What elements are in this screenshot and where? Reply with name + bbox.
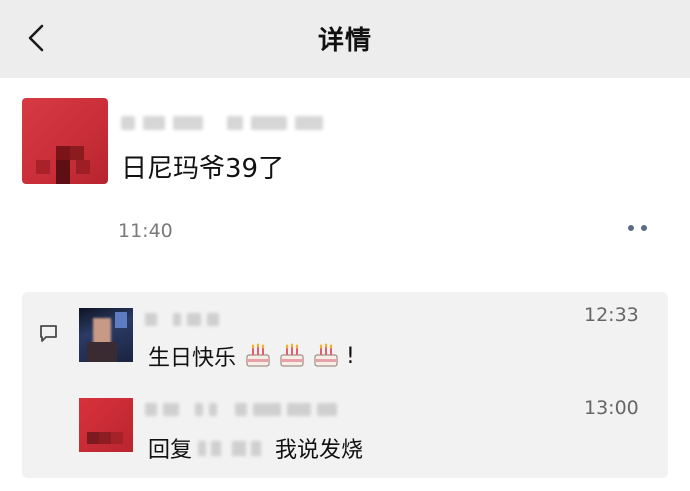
reply-label: 回复 bbox=[148, 438, 193, 463]
comment-time: 13:00 bbox=[584, 397, 639, 419]
birthday-cake-icon bbox=[278, 342, 306, 370]
comment-author-name[interactable] bbox=[145, 400, 337, 418]
birthday-cake-icon bbox=[244, 342, 272, 370]
post-text: 日尼玛爷39了 bbox=[121, 154, 285, 184]
birthday-cake-icon bbox=[312, 342, 340, 370]
comment-avatar[interactable] bbox=[79, 398, 133, 452]
header-bar: 详情 bbox=[0, 0, 690, 78]
comment-author-name[interactable] bbox=[145, 310, 219, 328]
mentioned-user-name[interactable] bbox=[198, 440, 262, 456]
comment-icon bbox=[40, 325, 57, 342]
comment-text: 回复 我说发烧 bbox=[148, 432, 363, 464]
comment-time: 12:33 bbox=[584, 304, 639, 326]
comment-text-prefix: 生日快乐 bbox=[148, 346, 237, 371]
comment-text-suffix: ! bbox=[346, 343, 355, 369]
post-time: 11:40 bbox=[118, 220, 173, 242]
page-title: 详情 bbox=[317, 26, 372, 56]
comment-avatar[interactable] bbox=[79, 308, 133, 362]
comment-text: 生日快乐 ! bbox=[148, 340, 355, 372]
more-dots-icon[interactable] bbox=[628, 220, 658, 236]
post-author-name[interactable] bbox=[121, 112, 381, 134]
post-author-avatar[interactable] bbox=[22, 98, 108, 184]
comment-text-body: 我说发烧 bbox=[275, 438, 364, 463]
